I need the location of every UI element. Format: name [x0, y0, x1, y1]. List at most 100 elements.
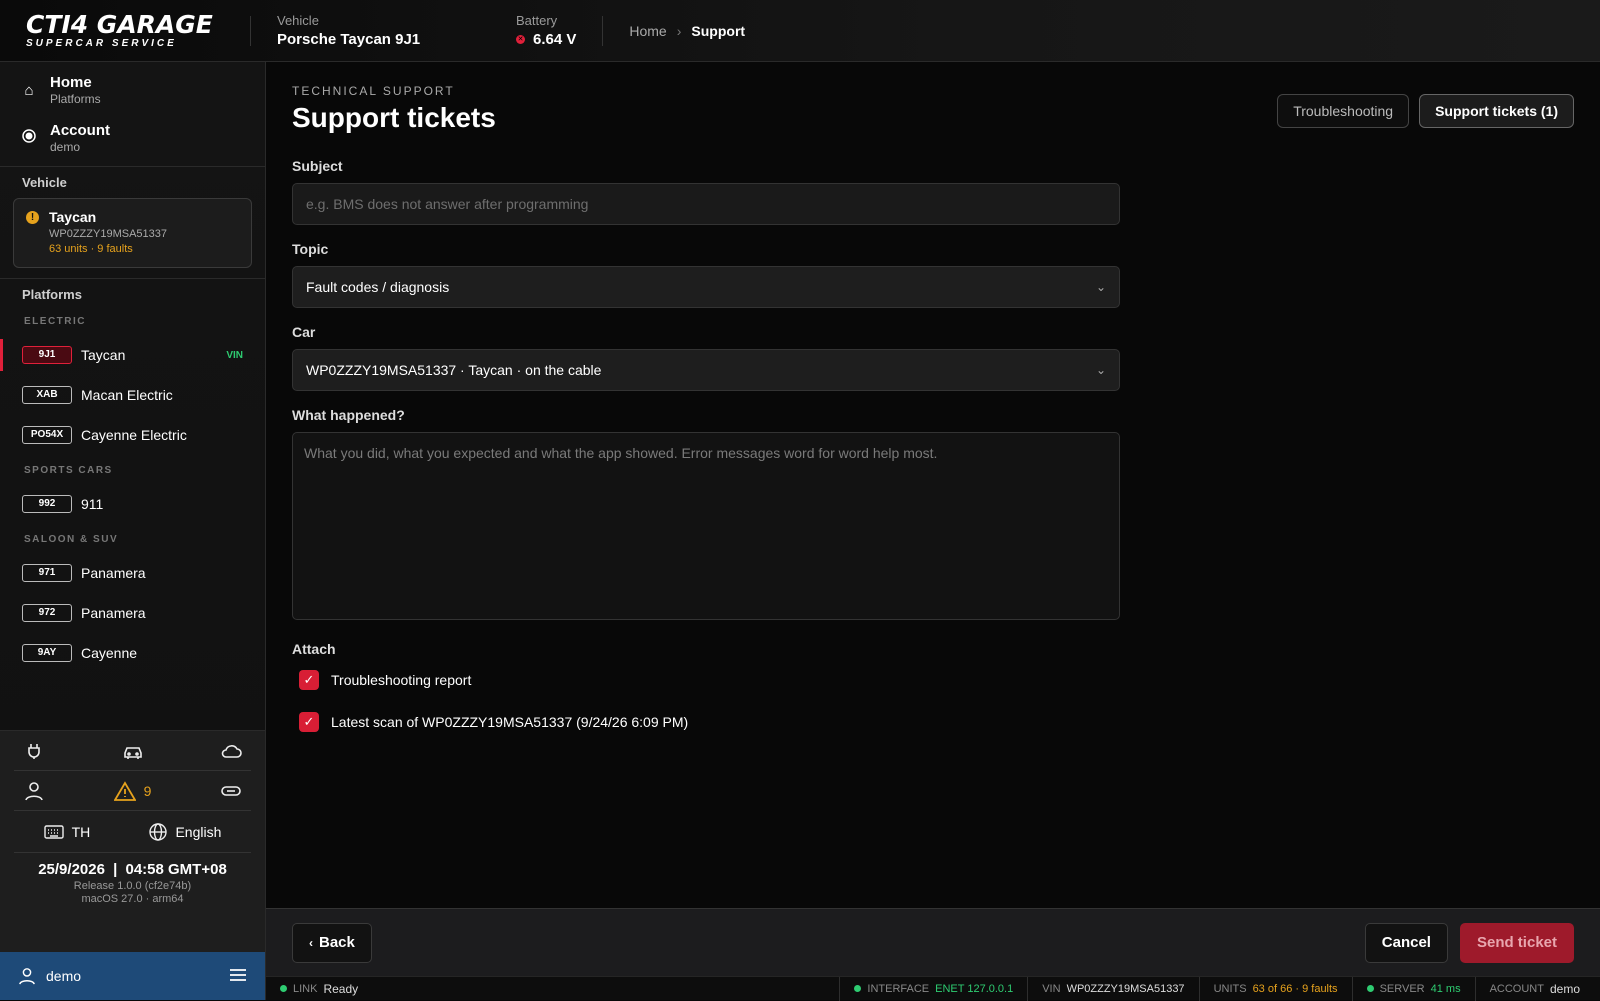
topic-label: Topic: [292, 241, 329, 257]
breadcrumb-current: Support: [691, 22, 746, 39]
attachment-label: Troubleshooting report: [331, 672, 472, 688]
vin-badge: VIN: [226, 349, 243, 361]
vehicle-info: Vehicle Porsche Taycan 9J1: [251, 13, 516, 48]
subject-input[interactable]: [292, 183, 1120, 225]
platform-item[interactable]: 992 911: [0, 484, 265, 524]
status-account-label: ACCOUNT: [1489, 982, 1544, 995]
account-radio-icon: [22, 129, 36, 147]
plug-icon[interactable]: [22, 739, 46, 763]
status-interface: INTERFACE ENET 127.0.0.1: [839, 976, 1027, 1001]
platform-name: Cayenne: [81, 645, 138, 661]
subject-label: Subject: [292, 158, 343, 174]
platform-name: Taycan: [81, 347, 126, 363]
platform-item[interactable]: 9J1 Taycan VIN: [0, 335, 265, 375]
attach-troubleshooting-report[interactable]: ✓ Troubleshooting report: [292, 659, 1120, 701]
status-interface-value: ENET 127.0.0.1: [935, 982, 1014, 995]
platforms-section-title: Platforms: [22, 287, 82, 302]
nav-home[interactable]: ⌂ Home Platforms: [0, 66, 265, 114]
action-footer: ‹ Back Cancel Send ticket: [266, 908, 1600, 976]
keyboard-layout-label: TH: [71, 823, 91, 840]
status-units-label: UNITS: [1213, 982, 1247, 995]
cancel-button[interactable]: Cancel: [1364, 922, 1448, 963]
checkbox-checked-icon[interactable]: ✓: [299, 712, 319, 732]
battery-info: Battery ✕ 6.64 V: [516, 13, 602, 48]
platform-item[interactable]: 971 Panamera: [0, 553, 265, 593]
status-dot-icon: [1366, 985, 1374, 992]
brand-name: CTI4 GARAGE: [26, 9, 213, 39]
platform-name: Panamera: [81, 565, 146, 581]
main-content: TECHNICAL SUPPORT Support tickets Troubl…: [266, 62, 1600, 908]
chevron-down-icon: ⌄: [1095, 363, 1106, 377]
status-link-label: LINK: [293, 982, 318, 995]
group-title-saloon: SALOON & SUV: [24, 534, 119, 545]
battery-value: 6.64 V: [533, 31, 577, 48]
breadcrumb: Home › Support: [603, 23, 745, 39]
menu-icon[interactable]: [229, 968, 247, 985]
current-vehicle-card[interactable]: ! Taycan WP0ZZZY19MSA51337 63 units · 9 …: [13, 198, 252, 268]
language-selector[interactable]: English: [149, 822, 222, 841]
what-happened-textarea[interactable]: [292, 432, 1120, 620]
status-account-value: demo: [1549, 981, 1580, 996]
date-value: 25/9/2026: [38, 861, 105, 878]
brand-tagline: SUPERCAR SERVICE: [26, 37, 177, 49]
group-title-sports: SPORTS CARS: [24, 465, 113, 476]
user-name: demo: [46, 968, 82, 984]
cloud-icon[interactable]: [219, 739, 243, 763]
status-units-value: 63 of 66 · 9 faults: [1252, 982, 1338, 995]
platform-item[interactable]: 972 Panamera: [0, 593, 265, 633]
date-time: 25/9/2026 | 04:58 GMT+08: [0, 861, 265, 878]
send-ticket-button[interactable]: Send ticket: [1459, 922, 1574, 963]
car-value: WP0ZZZY19MSA51337 · Taycan · on the cabl…: [306, 362, 602, 378]
breadcrumb-chevron-icon: ›: [676, 22, 682, 39]
status-interface-label: INTERFACE: [867, 982, 930, 995]
keyboard-layout[interactable]: TH: [43, 823, 91, 840]
status-vin: VIN WP0ZZZY19MSA51337: [1027, 976, 1198, 1001]
status-account: ACCOUNT demo: [1474, 976, 1586, 1001]
platform-code: PO54X: [22, 426, 72, 444]
warning-icon: [113, 780, 136, 801]
release-version: Release 1.0.0 (cf2e74b): [73, 880, 192, 892]
vehicle-card-vin: WP0ZZZY19MSA51337: [49, 228, 167, 240]
status-bar: LINK Ready INTERFACE ENET 127.0.0.1 VIN …: [266, 976, 1600, 1001]
car-label: Car: [292, 324, 316, 340]
home-icon: ⌂: [24, 81, 34, 99]
attach-latest-scan[interactable]: ✓ Latest scan of WP0ZZZY19MSA51337 (9/24…: [292, 701, 1120, 743]
checkbox-checked-icon[interactable]: ✓: [299, 670, 319, 690]
platform-code: 9AY: [22, 644, 72, 662]
top-bar: CTI4 GARAGE SUPERCAR SERVICE Vehicle Por…: [0, 0, 1600, 62]
brand-logo[interactable]: CTI4 GARAGE SUPERCAR SERVICE: [0, 9, 250, 49]
user-bar[interactable]: demo: [0, 952, 265, 1000]
tab-troubleshooting[interactable]: Troubleshooting: [1277, 94, 1410, 128]
nav-home-sub: Platforms: [50, 92, 101, 106]
car-icon[interactable]: [121, 739, 145, 763]
platform-code: 992: [22, 495, 72, 513]
nav-account[interactable]: Account demo: [0, 114, 265, 162]
status-dot-icon: [280, 985, 287, 992]
status-link-value: Ready: [323, 981, 359, 996]
platform-code: 9J1: [22, 346, 72, 364]
warning-count: 9: [143, 782, 152, 799]
attach-label: Attach: [292, 641, 336, 657]
platform-item[interactable]: XAB Macan Electric: [0, 375, 265, 415]
car-select[interactable]: WP0ZZZY19MSA51337 · Taycan · on the cabl…: [292, 349, 1120, 391]
faults-indicator[interactable]: 9: [113, 779, 152, 803]
attachment-label: Latest scan of WP0ZZZY19MSA51337 (9/24/2…: [331, 714, 689, 730]
topic-value: Fault codes / diagnosis: [306, 279, 450, 295]
link-icon[interactable]: [219, 779, 243, 803]
tab-support-tickets[interactable]: Support tickets (1): [1419, 94, 1574, 128]
back-button[interactable]: ‹ Back: [292, 922, 372, 963]
user-icon[interactable]: [22, 779, 46, 803]
platform-item[interactable]: PO54X Cayenne Electric: [0, 415, 265, 455]
battery-label: Battery: [516, 13, 558, 28]
platform-item[interactable]: 9AY Cayenne: [0, 633, 265, 673]
topic-select[interactable]: Fault codes / diagnosis ⌄: [292, 266, 1120, 308]
breadcrumb-home[interactable]: Home: [629, 23, 666, 39]
status-server-label: SERVER: [1379, 982, 1425, 995]
nav-account-title: Account: [50, 122, 110, 139]
status-server: SERVER 41 ms: [1351, 976, 1475, 1001]
time-value: 04:58 GMT+08: [125, 861, 227, 878]
sidebar: ⌂ Home Platforms Account demo Vehicle ! …: [0, 62, 266, 1000]
language-label: English: [175, 823, 222, 840]
platform-name: 911: [81, 496, 104, 512]
nav-home-title: Home: [50, 74, 92, 91]
